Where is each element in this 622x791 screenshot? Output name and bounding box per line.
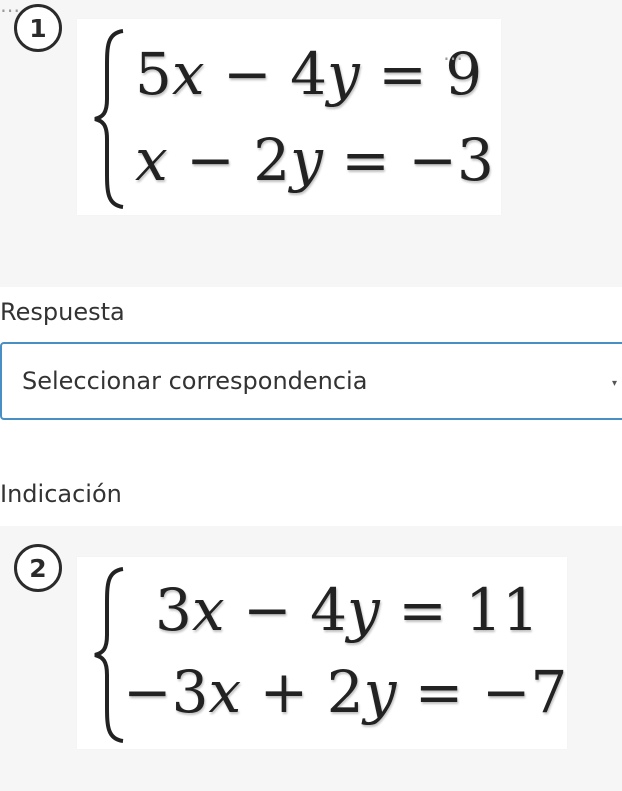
- coefficient: −3: [123, 658, 209, 726]
- variable-y: y: [290, 126, 323, 194]
- variable-y: y: [347, 576, 380, 644]
- equation-line-2: −3x + 2y = −7: [123, 663, 567, 721]
- equation-line-1: 3x − 4y = 11: [155, 581, 539, 639]
- question-panel-1: 1 5x − 4y = 9 x − 2y = −3 ⋯: [0, 0, 622, 287]
- variable-x: x: [135, 126, 168, 194]
- operator-term: − 4: [224, 576, 347, 644]
- equation-image-2: 3x − 4y = 11 −3x + 2y = −7: [77, 557, 567, 749]
- question-panel-2: 2 3x − 4y = 11 −3x + 2y = −7: [0, 526, 622, 791]
- right-hand-side: = 11: [379, 576, 540, 644]
- right-hand-side: = −7: [396, 658, 568, 726]
- equation-line-2: x − 2y = −3: [135, 131, 494, 189]
- answer-label: Respuesta: [0, 298, 125, 326]
- operator-term: − 4: [204, 40, 327, 108]
- variable-y: y: [363, 658, 397, 726]
- coefficient: 3: [155, 576, 192, 644]
- operator-term: + 2: [241, 658, 364, 726]
- brace-icon: [91, 565, 127, 745]
- brace-icon: [91, 27, 127, 211]
- more-options-icon[interactable]: ⋯: [0, 0, 21, 20]
- hint-label: Indicación: [0, 480, 122, 508]
- equation-line-1: 5x − 4y = 9: [135, 45, 482, 103]
- variable-x: x: [171, 40, 205, 108]
- right-hand-side: = −3: [322, 126, 494, 194]
- more-options-icon[interactable]: ⋯: [443, 48, 464, 68]
- variable-y: y: [327, 40, 360, 108]
- variable-x: x: [191, 576, 225, 644]
- chevron-down-icon[interactable]: ▾: [612, 378, 617, 389]
- select-value: Seleccionar correspondencia: [22, 367, 368, 395]
- match-select-dropdown[interactable]: Seleccionar correspondencia: [0, 342, 622, 420]
- item-number-badge-2: 2: [14, 544, 62, 592]
- coefficient: 5: [135, 40, 172, 108]
- item-number-badge-1: 1: [14, 4, 62, 52]
- variable-x: x: [208, 658, 242, 726]
- equation-image-1: 5x − 4y = 9 x − 2y = −3: [77, 19, 501, 215]
- operator-term: − 2: [167, 126, 291, 194]
